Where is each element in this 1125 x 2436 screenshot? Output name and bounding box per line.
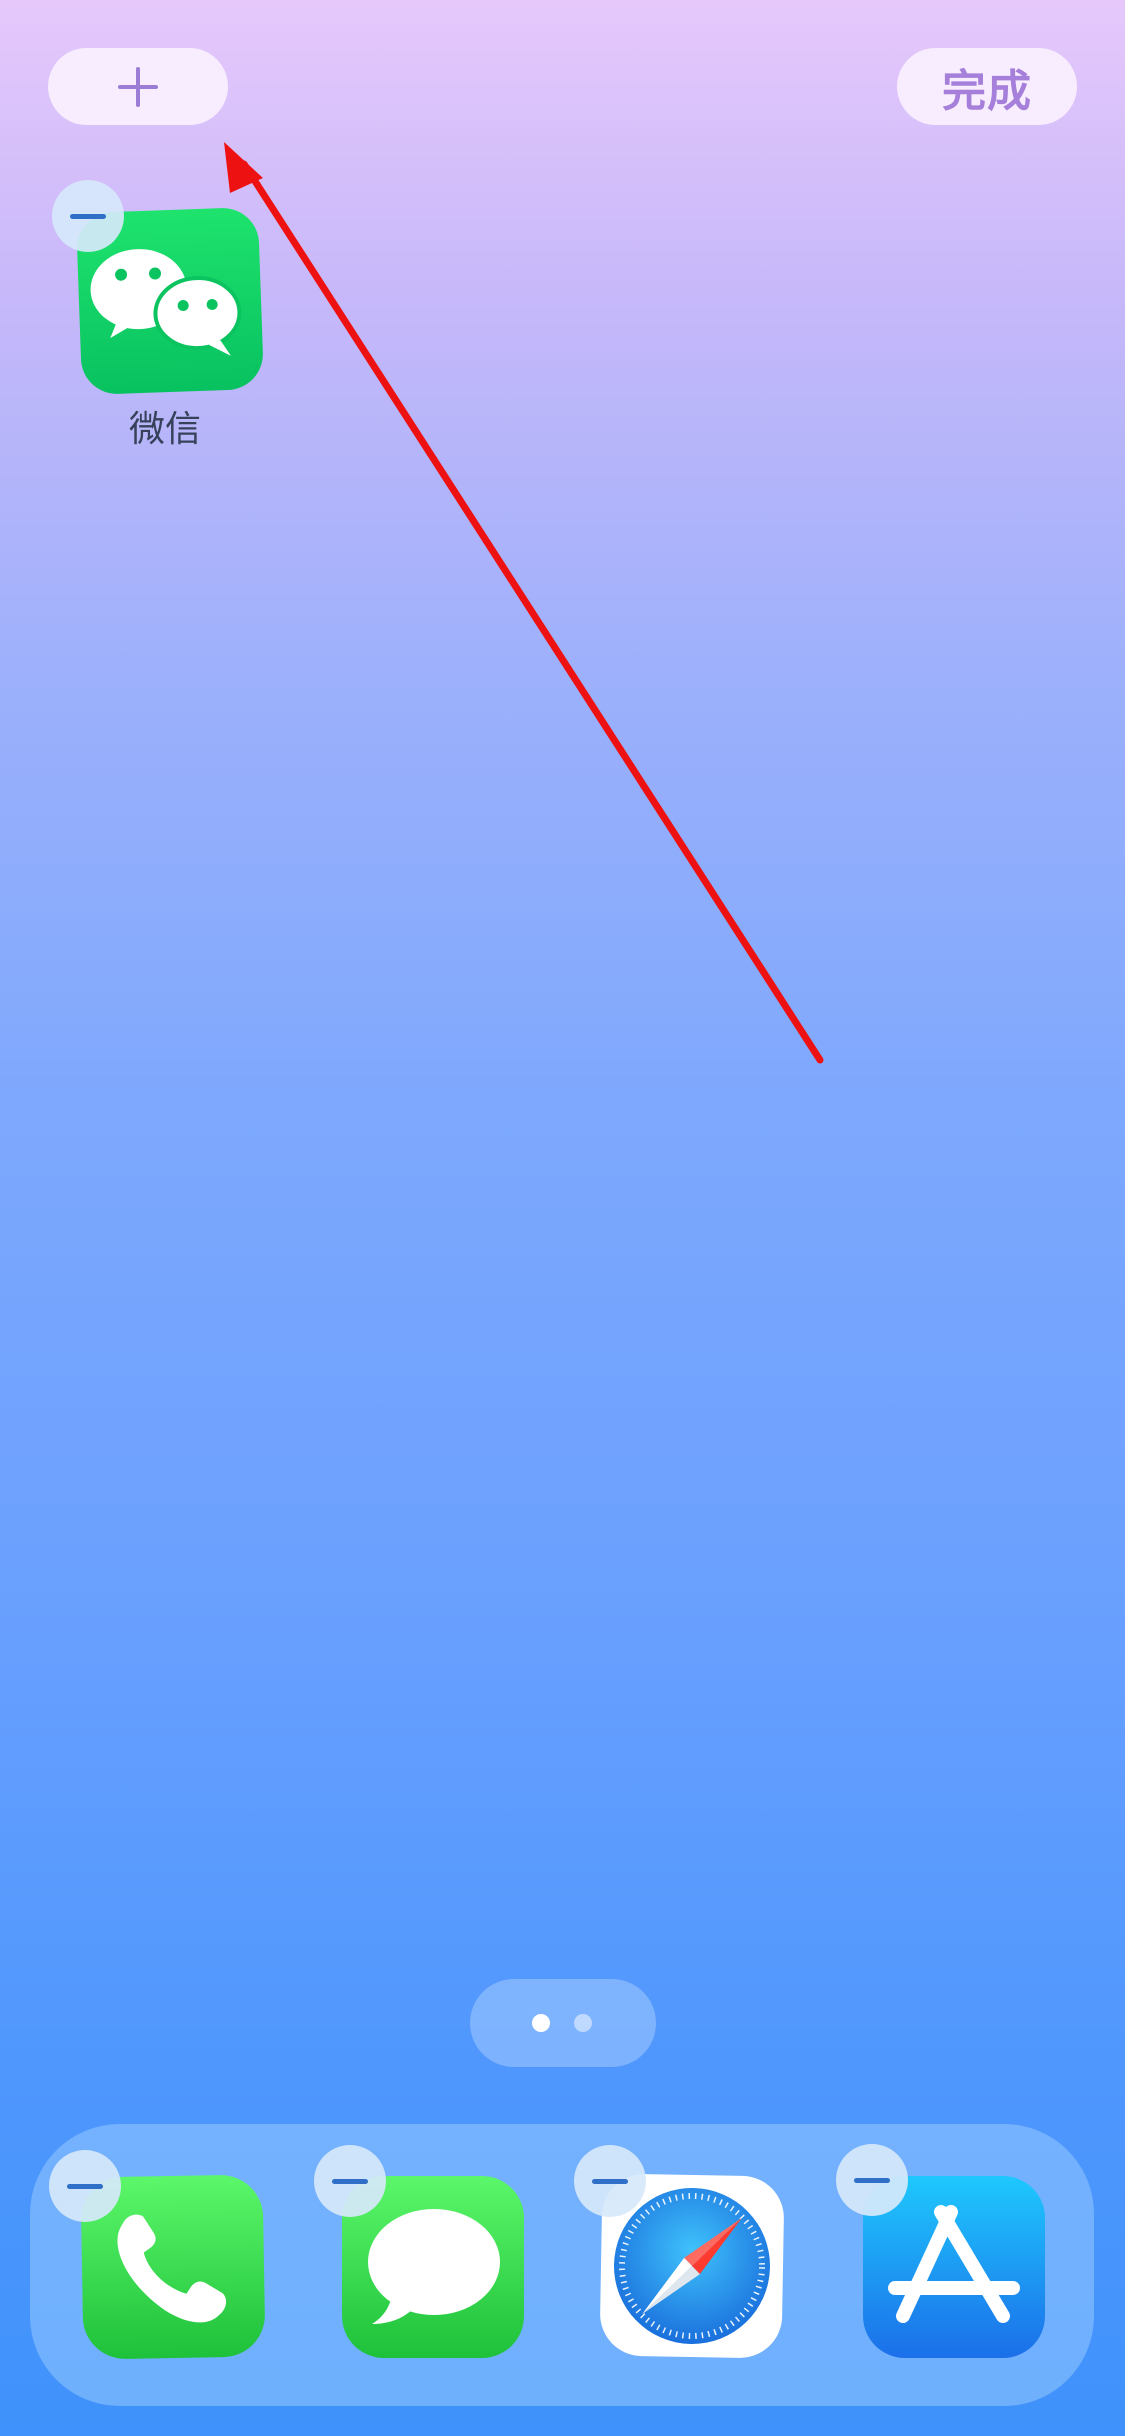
remove-phone-button[interactable] <box>49 2150 121 2222</box>
minus-icon <box>332 2178 368 2184</box>
page-dot <box>574 2014 592 2032</box>
minus-icon <box>854 2177 890 2183</box>
remove-wechat-button[interactable] <box>52 180 124 252</box>
remove-messages-button[interactable] <box>314 2145 386 2217</box>
done-button[interactable]: 完成 <box>897 48 1077 125</box>
page-indicator[interactable] <box>470 1979 656 2067</box>
wechat-app-label: 微信 <box>128 409 201 450</box>
page-dot-active <box>532 2014 550 2032</box>
remove-app-store-button[interactable] <box>836 2144 908 2216</box>
add-widget-button[interactable] <box>48 48 228 125</box>
remove-safari-button[interactable] <box>574 2145 646 2217</box>
minus-icon <box>592 2178 628 2184</box>
minus-icon <box>70 213 106 219</box>
minus-icon <box>67 2183 103 2189</box>
plus-icon <box>118 66 158 107</box>
